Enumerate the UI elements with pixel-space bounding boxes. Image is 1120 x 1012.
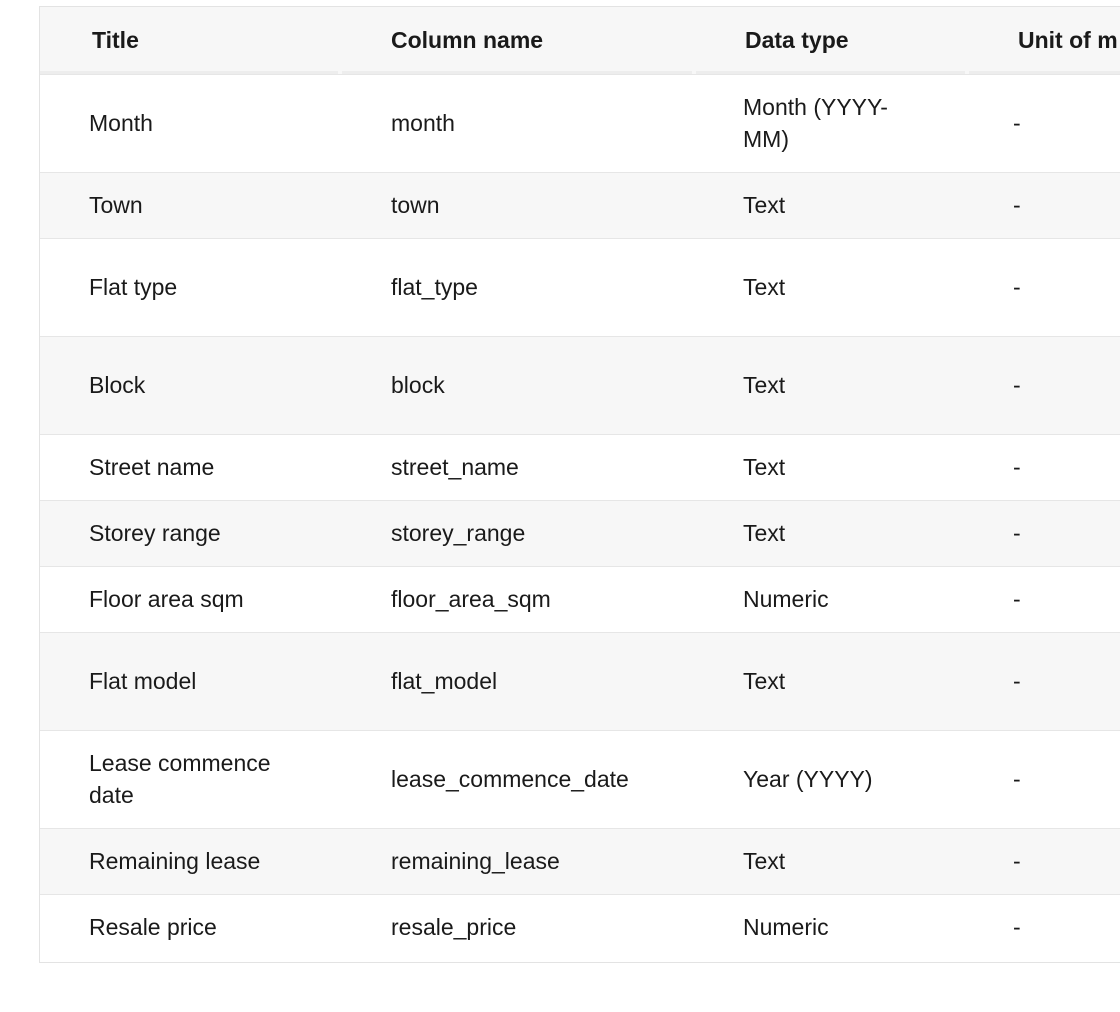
cell-data-type-text: Month (YYYY-MM) xyxy=(743,94,888,152)
cell-title: Lease commence date xyxy=(40,729,342,828)
cell-column-name: flat_type xyxy=(342,237,696,336)
cell-data-type: Text xyxy=(696,171,969,238)
cell-unit: - xyxy=(969,73,1120,172)
cell-title: Resale price xyxy=(40,893,342,960)
cell-title: Street name xyxy=(40,433,342,500)
cell-data-type: Text xyxy=(696,335,969,434)
cell-unit: - xyxy=(969,729,1120,828)
cell-column-name: storey_range xyxy=(342,499,696,566)
cell-title: Town xyxy=(40,171,342,238)
table-row: Town town Text - xyxy=(40,171,1120,238)
cell-column-name: resale_price xyxy=(342,893,696,960)
table-row: Flat model flat_model Text - xyxy=(40,631,1120,730)
table-row: Street name street_name Text - xyxy=(40,433,1120,500)
cell-unit: - xyxy=(969,499,1120,566)
cell-title: Flat type xyxy=(40,237,342,336)
cell-column-name: month xyxy=(342,73,696,172)
cell-unit: - xyxy=(969,631,1120,730)
header-row: Title Column name Data type Unit of m xyxy=(40,7,1120,74)
data-dictionary-table: Title Column name Data type Unit of m Mo… xyxy=(39,6,1120,963)
cell-unit: - xyxy=(969,335,1120,434)
cell-title: Month xyxy=(40,73,342,172)
cell-data-type: Text xyxy=(696,433,969,500)
header-data-type[interactable]: Data type xyxy=(696,7,969,74)
cell-data-type: Numeric xyxy=(696,893,969,960)
cell-unit: - xyxy=(969,171,1120,238)
table-row: Lease commence date lease_commence_date … xyxy=(40,729,1120,828)
cell-data-type: Year (YYYY) xyxy=(696,729,969,828)
cell-unit: - xyxy=(969,237,1120,336)
cell-column-name: flat_model xyxy=(342,631,696,730)
cell-title: Floor area sqm xyxy=(40,565,342,632)
cell-column-name: town xyxy=(342,171,696,238)
table-row: Remaining lease remaining_lease Text - xyxy=(40,827,1120,894)
cell-column-name: floor_area_sqm xyxy=(342,565,696,632)
cell-title: Block xyxy=(40,335,342,434)
cell-title: Storey range xyxy=(40,499,342,566)
header-column-name[interactable]: Column name xyxy=(342,7,696,74)
cell-title-text: Lease commence date xyxy=(89,750,271,808)
table-row: Storey range storey_range Text - xyxy=(40,499,1120,566)
cell-title: Flat model xyxy=(40,631,342,730)
cell-column-name: lease_commence_date xyxy=(342,729,696,828)
data-table: Title Column name Data type Unit of m Mo… xyxy=(40,7,1120,960)
table-row: Month month Month (YYYY-MM) - xyxy=(40,73,1120,172)
header-title[interactable]: Title xyxy=(40,7,342,74)
cell-title: Remaining lease xyxy=(40,827,342,894)
cell-data-type: Month (YYYY-MM) xyxy=(696,73,969,172)
cell-column-name: street_name xyxy=(342,433,696,500)
cell-data-type: Text xyxy=(696,499,969,566)
cell-unit: - xyxy=(969,565,1120,632)
cell-unit: - xyxy=(969,827,1120,894)
table-body: Month month Month (YYYY-MM) - Town town … xyxy=(40,73,1120,960)
cell-column-name: remaining_lease xyxy=(342,827,696,894)
cell-data-type: Text xyxy=(696,827,969,894)
header-unit-of-measure[interactable]: Unit of m xyxy=(969,7,1120,74)
cell-data-type: Text xyxy=(696,237,969,336)
table-header: Title Column name Data type Unit of m xyxy=(40,7,1120,74)
cell-unit: - xyxy=(969,433,1120,500)
cell-data-type: Text xyxy=(696,631,969,730)
table-row: Flat type flat_type Text - xyxy=(40,237,1120,336)
cell-data-type: Numeric xyxy=(696,565,969,632)
table-row: Block block Text - xyxy=(40,335,1120,434)
table-row: Floor area sqm floor_area_sqm Numeric - xyxy=(40,565,1120,632)
cell-unit: - xyxy=(969,893,1120,960)
table-row: Resale price resale_price Numeric - xyxy=(40,893,1120,960)
cell-column-name: block xyxy=(342,335,696,434)
